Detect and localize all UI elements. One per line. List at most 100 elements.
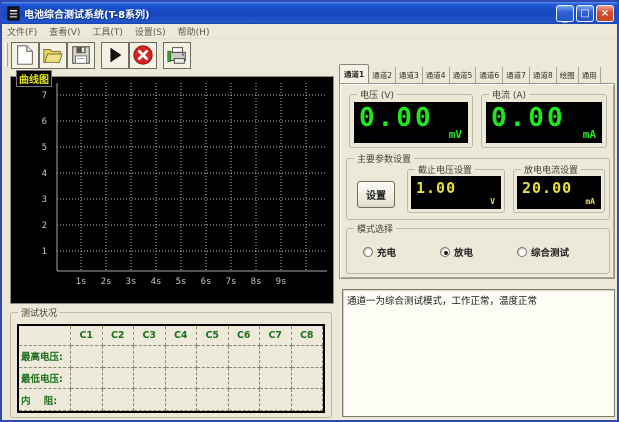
- svg-text:3: 3: [42, 195, 47, 205]
- set-parameters-button[interactable]: 设置: [357, 181, 395, 208]
- table-cell: [292, 368, 324, 390]
- minimize-button[interactable]: _: [556, 5, 574, 22]
- svg-text:4: 4: [42, 169, 47, 179]
- svg-text:5s: 5s: [176, 277, 187, 287]
- menu-item[interactable]: 设置(S): [135, 25, 166, 38]
- status-table: C1C2C3C4C5C6C7C8最高电压:最低电压:内 阻:: [17, 324, 325, 413]
- table-cell: [197, 368, 229, 390]
- test-status-label: 测试状况: [18, 306, 60, 319]
- tab[interactable]: 通道1: [339, 64, 369, 83]
- table-col-header: C2: [103, 326, 135, 346]
- table-cell: [166, 346, 198, 368]
- tab[interactable]: 通道8: [530, 67, 557, 83]
- table-cell: [166, 368, 198, 390]
- table-cell: [134, 389, 166, 411]
- tab[interactable]: 通道4: [423, 67, 450, 83]
- tab[interactable]: 通道3: [396, 67, 423, 83]
- minimize-icon: _: [563, 15, 568, 21]
- radio-icon: [440, 247, 450, 257]
- tab[interactable]: 通道7: [503, 67, 530, 83]
- app-icon: [7, 6, 20, 21]
- table-cell: [103, 346, 135, 368]
- mode-radio[interactable]: 综合测试: [517, 245, 569, 259]
- curve-chart-plot: 76543211s2s3s4s5s6s7s8s9s: [11, 79, 333, 307]
- voltage-display: 0.00 mV: [354, 102, 468, 143]
- title-bar[interactable]: 电池综合测试系统(T-8系列) _ □ ×: [2, 2, 617, 24]
- parameters-group-label: 主要参数设置: [354, 152, 414, 165]
- mode-radio[interactable]: 放电: [440, 245, 473, 259]
- table-cell: [292, 389, 324, 411]
- print-button[interactable]: [163, 42, 191, 69]
- table-col-header: C8: [292, 326, 324, 346]
- menu-item[interactable]: 文件(F): [7, 25, 37, 38]
- open-file-button[interactable]: [39, 42, 67, 69]
- curve-chart-group: 曲线图 76543211s2s3s4s5s6s7s8s9s: [10, 76, 334, 304]
- svg-text:4s: 4s: [151, 277, 162, 287]
- tab[interactable]: 通道6: [476, 67, 503, 83]
- app-window: 电池综合测试系统(T-8系列) _ □ × 文件(F) 查看(V) 工具(T) 设置(…: [0, 0, 619, 422]
- current-value: 0.00: [491, 103, 566, 133]
- parameters-group: 主要参数设置 设置 截止电压设置 1.00 V 放电电流设置 20.00 mA: [346, 158, 610, 220]
- close-icon: ×: [601, 8, 609, 19]
- maximize-icon: □: [580, 8, 589, 19]
- voltage-unit: mV: [449, 128, 462, 141]
- cutoff-voltage-label: 截止电压设置: [415, 163, 475, 176]
- status-log[interactable]: 通道一为综合测试模式，工作正常，温度正常: [342, 289, 615, 417]
- svg-text:2: 2: [42, 221, 47, 231]
- table-cell: [260, 346, 292, 368]
- table-cell: [229, 368, 261, 390]
- radio-label: 充电: [377, 245, 396, 259]
- close-button[interactable]: ×: [596, 5, 614, 22]
- radio-icon: [517, 247, 527, 257]
- tab[interactable]: 通道5: [450, 67, 477, 83]
- radio-label: 放电: [454, 245, 473, 259]
- discharge-current-label: 放电电流设置: [521, 163, 581, 176]
- mode-group: 模式选择 充电放电综合测试: [346, 228, 610, 274]
- menu-item[interactable]: 工具(T): [92, 25, 123, 38]
- table-col-header: C7: [260, 326, 292, 346]
- discharge-current-group: 放电电流设置 20.00 mA: [513, 169, 605, 213]
- tab[interactable]: 绘图: [557, 67, 579, 83]
- svg-text:1s: 1s: [76, 277, 87, 287]
- current-group: 电流 (A) 0.00 mA: [481, 94, 607, 148]
- toolbar-grip[interactable]: [5, 43, 8, 67]
- menu-item[interactable]: 帮助(H): [178, 25, 210, 38]
- menu-item[interactable]: 查看(V): [49, 25, 80, 38]
- maximize-button[interactable]: □: [576, 5, 594, 22]
- mode-radio[interactable]: 充电: [363, 245, 396, 259]
- test-status-group: 测试状况 C1C2C3C4C5C6C7C8最高电压:最低电压:内 阻:: [10, 312, 332, 418]
- new-file-icon: [14, 44, 36, 66]
- cutoff-voltage-display: 1.00 V: [411, 176, 501, 209]
- table-col-header: C3: [134, 326, 166, 346]
- svg-text:1: 1: [42, 247, 47, 257]
- table-row-label: 最高电压:: [19, 346, 71, 368]
- start-button[interactable]: [101, 42, 129, 69]
- table-cell: [134, 368, 166, 390]
- play-icon: [104, 44, 126, 66]
- table-cell: [134, 346, 166, 368]
- svg-text:7: 7: [42, 91, 47, 101]
- table-cell: [166, 389, 198, 411]
- table-col-header: C5: [197, 326, 229, 346]
- channel-tab-bar: 通道1通道2通道3通道4通道5通道6通道7通道8绘图通用: [339, 64, 617, 83]
- tab[interactable]: 通用: [579, 67, 601, 83]
- table-cell: [103, 368, 135, 390]
- svg-text:6s: 6s: [201, 277, 212, 287]
- voltage-group: 电压 (V) 0.00 mV: [349, 94, 473, 148]
- table-cell: [260, 368, 292, 390]
- discharge-current-value: 20.00: [522, 179, 572, 197]
- table-cell: [71, 346, 103, 368]
- svg-text:2s: 2s: [101, 277, 112, 287]
- table-cell: [229, 389, 261, 411]
- stop-button[interactable]: [129, 42, 157, 69]
- table-cell: [292, 346, 324, 368]
- table-cell: [71, 389, 103, 411]
- mode-options: 充电 放电 综合测试: [347, 245, 609, 259]
- tab[interactable]: 通道2: [369, 67, 396, 83]
- current-group-label: 电流 (A): [489, 88, 529, 101]
- new-file-button[interactable]: [11, 42, 39, 69]
- save-button[interactable]: [67, 42, 95, 69]
- svg-text:7s: 7s: [226, 277, 237, 287]
- table-row-label: 最低电压:: [19, 368, 71, 390]
- current-display: 0.00 mA: [486, 102, 602, 143]
